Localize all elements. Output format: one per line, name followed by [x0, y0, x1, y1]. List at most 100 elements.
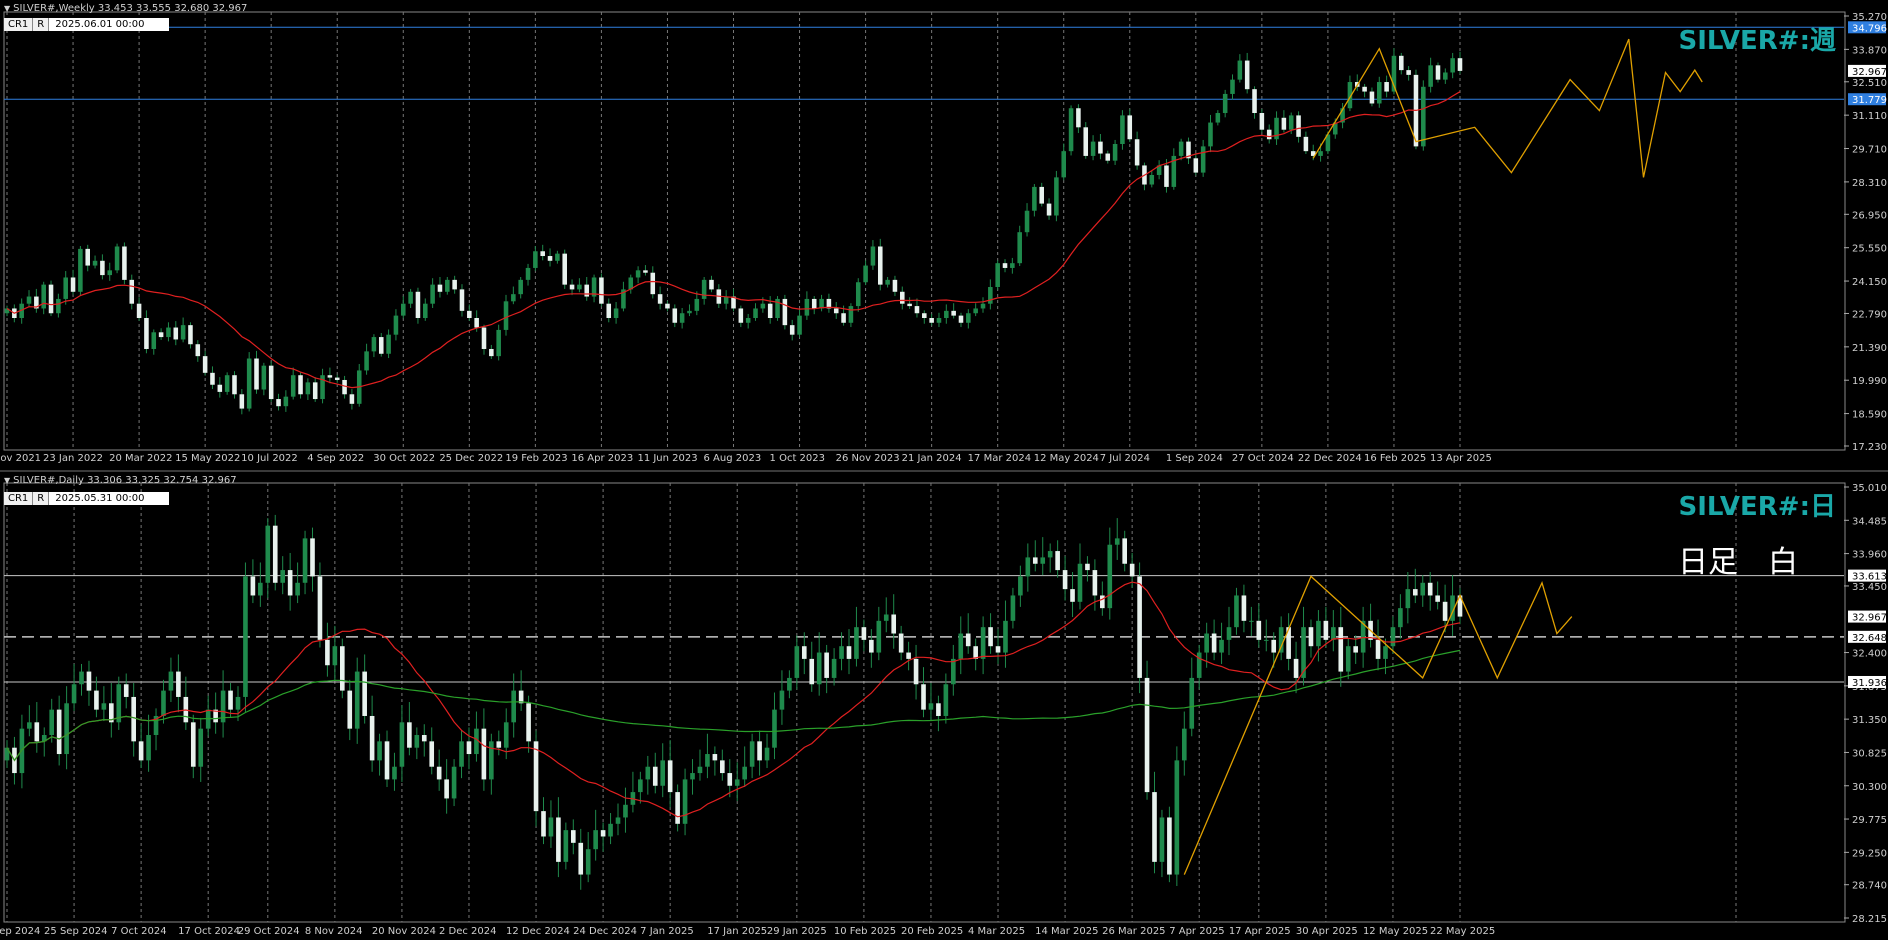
candle-body	[1435, 595, 1440, 602]
candle-body	[650, 272, 656, 295]
r-button[interactable]: R	[33, 492, 50, 505]
candle-body	[1032, 186, 1037, 211]
candle-body	[437, 284, 443, 292]
candle-body	[1054, 177, 1059, 216]
daily-datetime-field[interactable]: 2025.05.31 00:00	[49, 492, 170, 505]
r-button[interactable]: R	[33, 18, 50, 31]
candle-body	[19, 728, 25, 774]
candle-body	[548, 817, 554, 837]
price-tag-label: 32.967	[1852, 67, 1887, 78]
candle-body	[210, 372, 215, 385]
daily-symbol-info: ▼ SILVER#,Daily 33.306 33.325 32.754 32.9…	[4, 475, 237, 486]
candle-body	[1308, 627, 1314, 647]
candle-body	[1442, 601, 1448, 621]
candle-body	[831, 658, 837, 678]
candle-body	[900, 291, 905, 304]
y-tick-label: 24.150	[1852, 277, 1887, 288]
candle-body	[1055, 551, 1060, 571]
x-tick-label: 29 Jan 2025	[767, 926, 827, 937]
candle-body	[272, 525, 278, 583]
candle-body	[467, 310, 472, 319]
candle-body	[378, 337, 384, 354]
candle-body	[362, 671, 367, 716]
candle-body	[1120, 115, 1125, 144]
candle-body	[1174, 760, 1180, 875]
candle-body	[400, 303, 406, 316]
candle-body	[797, 315, 802, 335]
candle-body	[1077, 563, 1083, 602]
candle-body	[445, 279, 450, 292]
candle-body	[563, 830, 569, 862]
candle-body	[239, 394, 245, 409]
x-tick-label: 8 Nov 2024	[305, 926, 363, 937]
candle-body	[283, 396, 289, 407]
collapse-triangle-icon[interactable]: ▼	[4, 4, 10, 13]
daily-chart-canvas[interactable]: 13 Sep 2024 25 Sep 2024 7 Oct 2024 17 Oct 2…	[0, 472, 1888, 940]
candle-body	[1149, 174, 1155, 185]
candle-body	[421, 735, 427, 742]
candle-body	[1318, 151, 1323, 156]
candle-body	[48, 284, 54, 314]
weekly-chart-pane[interactable]: 28 Nov 202123 Jan 2022 20 Mar 202215 May …	[0, 0, 1888, 470]
cr1-button[interactable]: CR1	[4, 18, 34, 31]
candle-body	[1211, 633, 1217, 653]
candle-body	[1398, 608, 1403, 628]
candle-body	[1443, 72, 1448, 80]
candle-body	[325, 639, 330, 666]
daily-oneclick-toolbar[interactable]: CR1 R 2025.05.31 00:00	[4, 492, 170, 505]
candle-body	[1399, 55, 1404, 71]
x-tick-label: 15 May 2022	[175, 453, 240, 464]
candle-body	[384, 741, 390, 780]
candle-body	[1288, 115, 1294, 130]
candle-body	[1412, 589, 1418, 596]
x-tick-label: 30 Oct 2022	[373, 453, 435, 464]
y-tick-label: 31.110	[1852, 111, 1887, 122]
x-tick-label: 20 Nov 2024	[372, 926, 436, 937]
candle-body	[393, 315, 399, 335]
candle-body	[928, 703, 934, 710]
y-tick-label: 28.310	[1852, 178, 1887, 189]
candle-body	[496, 329, 501, 357]
x-tick-label: 17 Oct 2024	[178, 926, 240, 937]
candle-body	[1181, 728, 1187, 761]
candle-body	[198, 728, 204, 767]
candle-body	[804, 298, 810, 316]
candle-body	[1256, 620, 1262, 640]
candle-body	[556, 817, 561, 862]
candle-body	[720, 760, 725, 774]
weekly-datetime-field[interactable]: 2025.06.01 00:00	[49, 18, 170, 31]
candle-body	[767, 303, 773, 319]
weekly-chart-canvas[interactable]: 28 Nov 202123 Jan 2022 20 Mar 202215 May …	[0, 0, 1888, 470]
x-tick-label: 29 Oct 2024	[238, 926, 300, 937]
candle-body	[1144, 677, 1150, 793]
candle-body	[369, 715, 375, 761]
weekly-symbol-info: ▼ SILVER#,Weekly 33.453 33.555 32.680 32.…	[4, 3, 247, 14]
candle-body	[1024, 210, 1030, 233]
candle-body	[599, 277, 604, 304]
candle-body	[833, 308, 839, 314]
candle-body	[1375, 639, 1381, 659]
candle-body	[694, 298, 700, 311]
candle-body	[667, 760, 673, 793]
candle-body	[1100, 595, 1105, 609]
x-tick-label: 17 Apr 2025	[1229, 926, 1291, 937]
daily-chart-pane[interactable]: 13 Sep 2024 25 Sep 2024 7 Oct 2024 17 Oct 2…	[0, 472, 1888, 940]
candle-body	[459, 741, 464, 767]
candle-body	[195, 344, 201, 357]
candle-body	[92, 260, 98, 266]
candle-body	[779, 690, 785, 710]
candle-body	[1259, 113, 1265, 130]
candle-body	[855, 282, 861, 307]
candle-body	[290, 375, 296, 397]
cr1-button[interactable]: CR1	[4, 492, 34, 505]
candle-body	[1178, 141, 1184, 156]
weekly-oneclick-toolbar[interactable]: CR1 R 2025.06.01 00:00	[4, 18, 170, 31]
candle-body	[518, 279, 523, 295]
candle-body	[261, 365, 267, 390]
candle-body	[1427, 582, 1433, 596]
candle-body	[1369, 91, 1375, 104]
collapse-triangle-icon[interactable]: ▼	[4, 476, 10, 485]
x-tick-label: 1 Sep 2024	[1166, 453, 1223, 464]
x-tick-label: 25 Sep 2024	[44, 926, 107, 937]
y-tick-label: 25.550	[1852, 244, 1887, 255]
